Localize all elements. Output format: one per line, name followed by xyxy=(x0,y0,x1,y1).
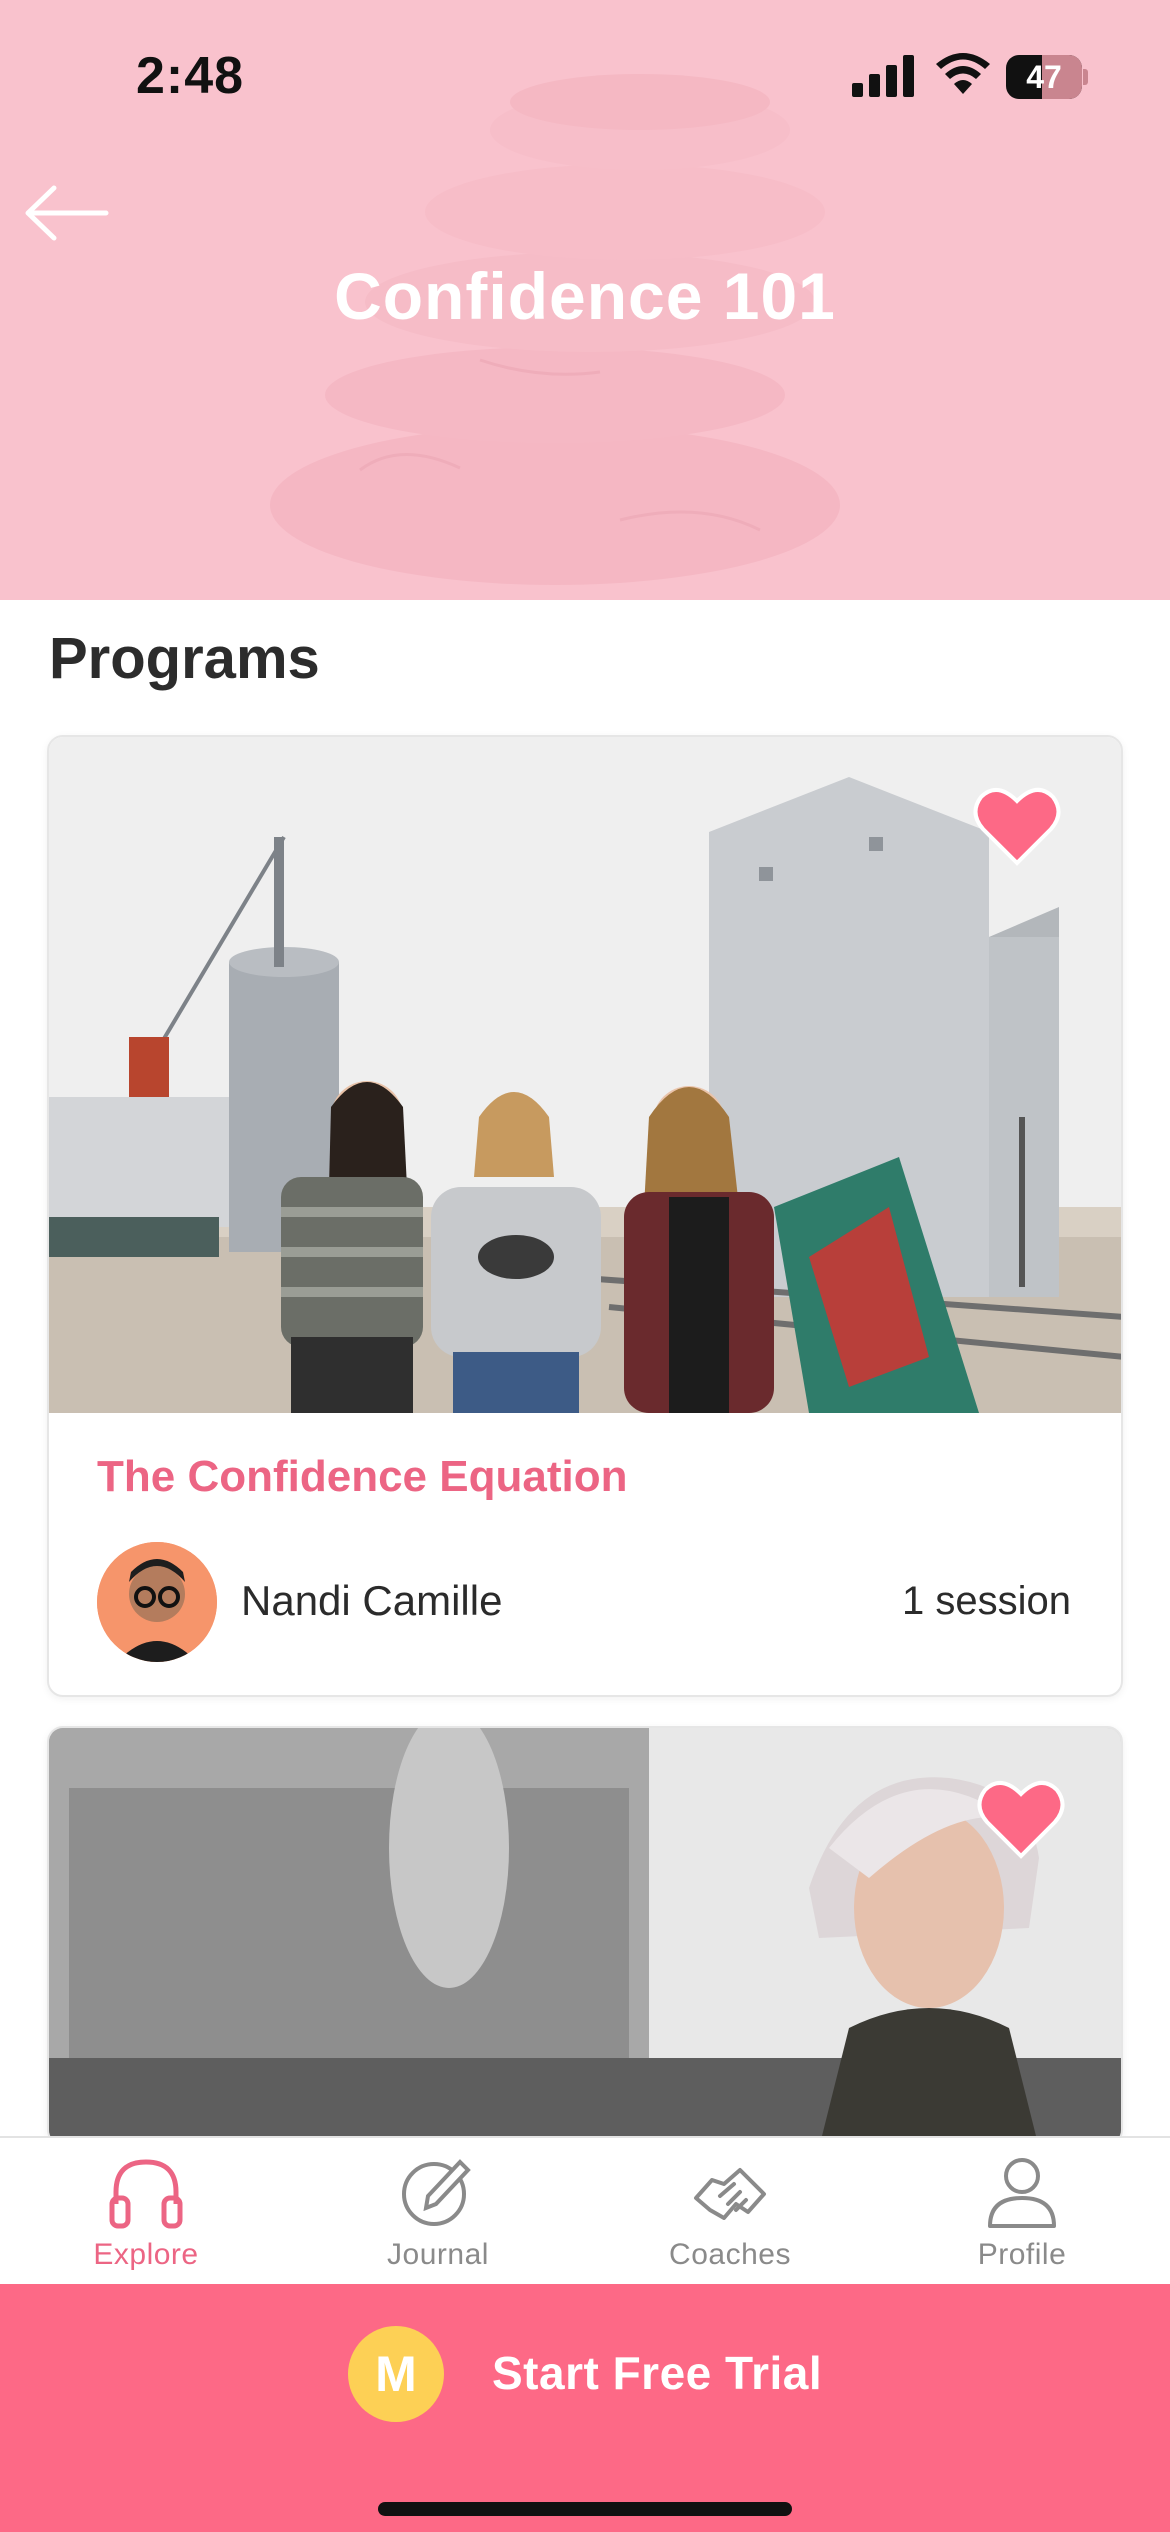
brand-logo-icon: M xyxy=(348,2326,444,2422)
start-free-trial-label: Start Free Trial xyxy=(492,2347,823,2399)
home-indicator xyxy=(378,2502,792,2516)
tab-label: Journal xyxy=(387,2238,489,2271)
favorite-heart-icon[interactable] xyxy=(973,1770,1069,1866)
battery-percentage: 47 xyxy=(1026,59,1062,95)
tab-label: Explore xyxy=(93,2238,199,2271)
program-cover-image xyxy=(49,1728,1121,2144)
handshake-icon xyxy=(694,2168,766,2220)
program-card[interactable]: The Confidence Equation Nandi Camille 1 … xyxy=(47,735,1123,1697)
header-banner: 2:48 47 Confidence 101 xyxy=(0,0,1170,600)
person-icon xyxy=(988,2158,1056,2228)
author-name: Nandi Camille xyxy=(241,1577,503,1624)
brand-logo-letter: M xyxy=(375,2346,417,2402)
page-title: Confidence 101 xyxy=(334,259,836,333)
program-card[interactable] xyxy=(47,1726,1123,2146)
pencil-circle-icon xyxy=(402,2159,471,2226)
favorite-heart-icon[interactable] xyxy=(969,777,1065,873)
status-time: 2:48 xyxy=(136,47,245,105)
tab-explore[interactable]: Explore xyxy=(0,2138,292,2286)
author-avatar xyxy=(97,1542,217,1662)
tab-label: Profile xyxy=(977,2238,1067,2271)
bottom-tab-bar: Explore Journal Coaches Profile xyxy=(0,2136,1170,2284)
battery-icon: 47 xyxy=(1006,55,1088,99)
tab-profile[interactable]: Profile xyxy=(876,2138,1168,2286)
tab-coaches[interactable]: Coaches xyxy=(584,2138,876,2286)
headphones-icon xyxy=(109,2159,183,2229)
tab-journal[interactable]: Journal xyxy=(292,2138,584,2286)
session-count: 1 session xyxy=(902,1579,1071,1623)
start-trial-bar: M Start Free Trial xyxy=(0,2284,1170,2532)
programs-section-title: Programs xyxy=(49,626,320,691)
program-cover-image xyxy=(49,737,1121,1413)
status-bar: 2:48 47 xyxy=(0,0,1170,150)
back-arrow-icon[interactable] xyxy=(22,178,112,248)
cellular-signal-icon xyxy=(852,55,914,97)
wifi-icon xyxy=(936,53,990,94)
start-free-trial-button[interactable]: M Start Free Trial xyxy=(340,2326,840,2426)
tab-label: Coaches xyxy=(669,2238,791,2271)
program-title[interactable]: The Confidence Equation xyxy=(97,1452,627,1502)
